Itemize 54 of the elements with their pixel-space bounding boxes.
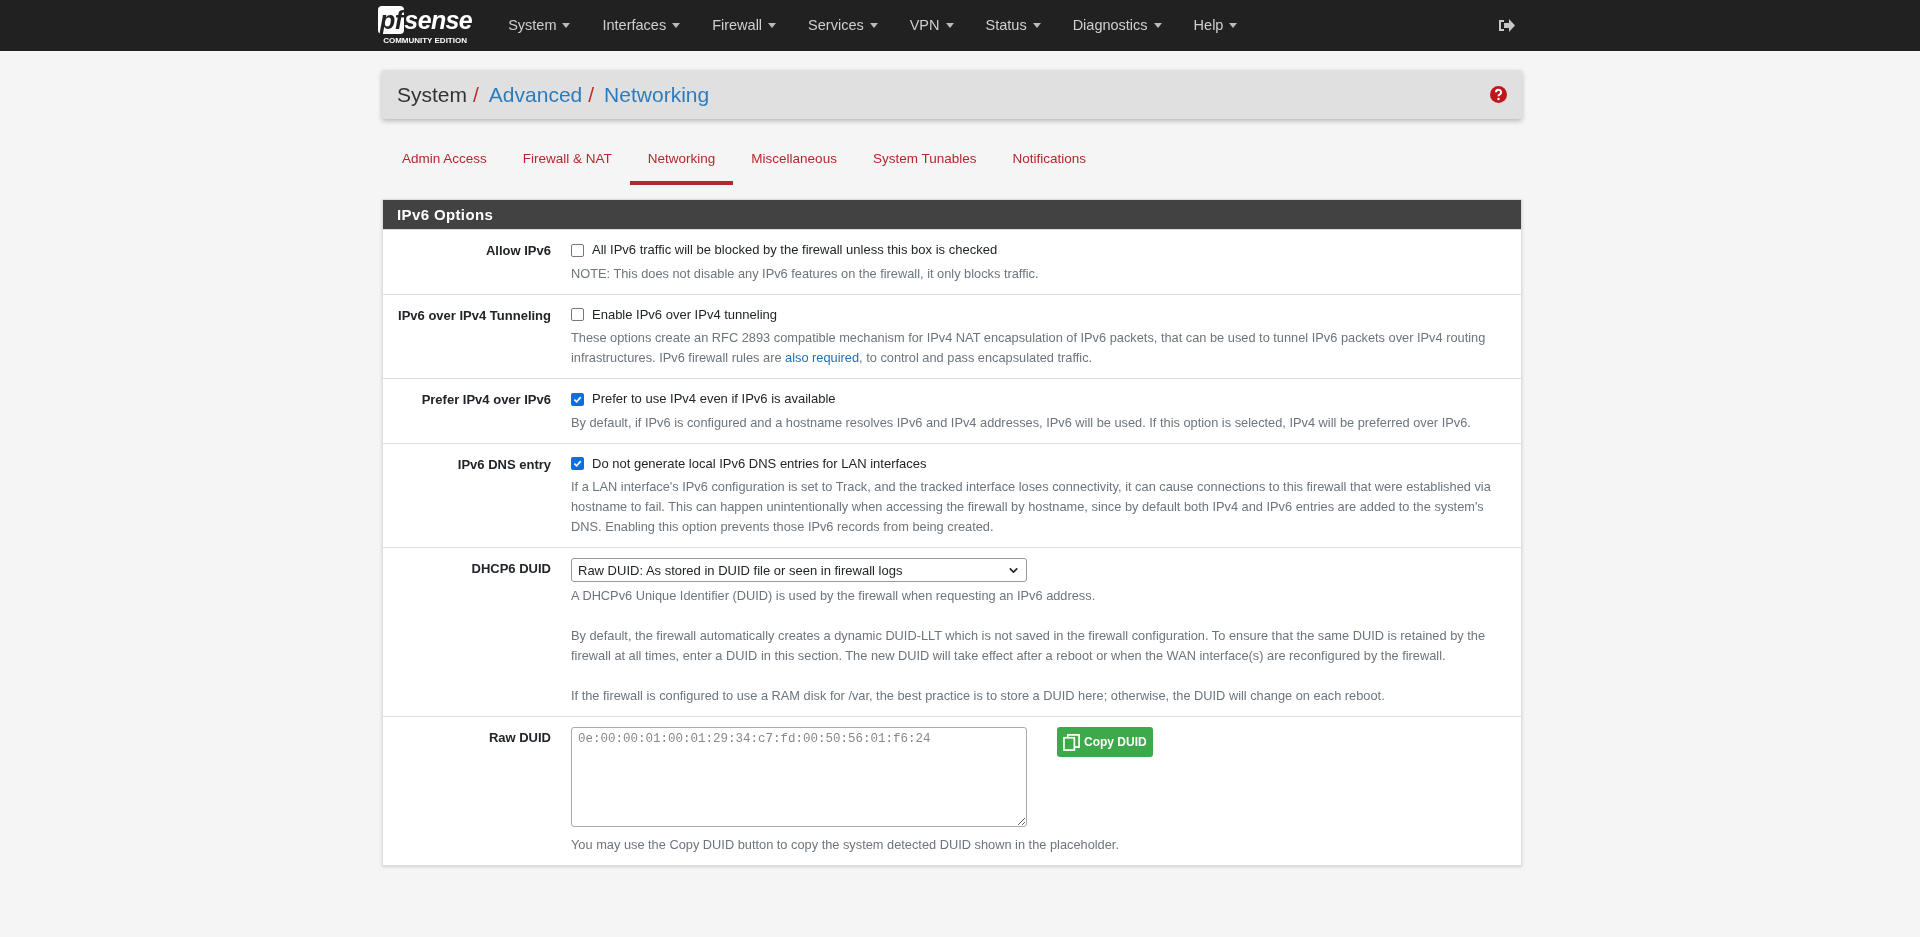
copy-icon <box>1063 733 1080 751</box>
caret-icon <box>768 23 777 28</box>
tab[interactable]: Notifications <box>994 139 1104 186</box>
checkbox-label: Enable IPv6 over IPv4 tunneling <box>592 305 777 324</box>
caret-icon <box>1032 23 1041 28</box>
tab[interactable]: Miscellaneous <box>733 139 855 186</box>
help-text: By default, the firewall automatically creates a dynamic DUID-LLT which is not saved in the firewall configuration. To ensure that the same DUID is retained by the firewall at all times, enter a DUID in this section. The new DUID will take effect after a reboot or when the WAN interface(s) are reconfigured by the firewall. <box>571 627 1486 666</box>
help-text: By default, if IPv6 is configured and a hostname resolves IPv6 and IPv4 addresses, IPv6 will be used. If this option is selected, IPv4 will be preferred over IPv6. <box>571 413 1472 432</box>
duid-select[interactable]: Raw DUID: As stored in DUID file or seen in firewall logs <box>571 558 1027 583</box>
caret-icon <box>869 23 878 28</box>
nav-menu[interactable]: VPN <box>893 14 970 37</box>
nav-menu[interactable]: Help <box>1177 14 1254 37</box>
checkbox[interactable] <box>571 457 584 470</box>
panel-header: IPv6 Options <box>383 200 1521 230</box>
field-label: Allow IPv6 <box>485 242 551 261</box>
help-text: These options create an RFC 2893 compatible mechanism for IPv4 NAT encapsulation of IPv6 packets, that can be used to tunnel IPv6 packets over IPv4 routing infrastructures. IPv6 firewall rules are also required, to control and pass encapsulated traffic. <box>571 329 1487 368</box>
caret-icon <box>1229 23 1238 28</box>
caret-icon <box>945 23 954 28</box>
caret-icon <box>672 23 681 28</box>
duid-textarea[interactable]: 0e:00:00:01:00:01:29:34:c7:fd:00:50:56:01:f6:24 <box>571 727 1027 828</box>
breadcrumb-separator: / <box>473 81 479 108</box>
help-icon[interactable] <box>1490 86 1507 103</box>
breadcrumb-root: System <box>397 81 467 108</box>
checkbox-label: All IPv6 traffic will be blocked by the firewall unless this box is checked <box>592 241 998 260</box>
nav-menu[interactable]: Interfaces <box>586 14 697 37</box>
field-label: Raw DUID <box>488 729 551 748</box>
help-text: If a LAN interface's IPv6 configuration is set to Track, and the tracked interface loses connectivity, it can cause connections to this firewall that were established via hostname to fail. This can happen unintentionally when accessing the firewall by hostname, since by default both IPv4 and IPv6 entries are added to the system's DNS. Enabling this option prevents those IPv6 records from being created. <box>571 478 1492 537</box>
breadcrumb-separator: / <box>588 81 595 108</box>
field-label: IPv6 DNS entry <box>457 455 551 474</box>
caret-icon <box>562 23 571 28</box>
checkbox[interactable] <box>571 308 584 321</box>
caret-icon <box>1153 23 1162 28</box>
tab[interactable]: Firewall & NAT <box>504 139 630 186</box>
checkbox[interactable] <box>571 392 584 406</box>
field-label: IPv6 over IPv4 Tunneling <box>398 306 551 325</box>
field-label: Prefer IPv4 over IPv6 <box>421 391 551 410</box>
help-text: You may use the Copy DUID button to copy the system detected DUID shown in the placeholder. <box>571 836 1120 855</box>
nav-menu[interactable]: Services <box>792 14 894 37</box>
nav-menu[interactable]: System <box>492 14 587 37</box>
help-text: NOTE: This does not disable any IPv6 features on the firewall, it only blocks traffic. <box>571 264 1040 283</box>
nav-menu[interactable]: Firewall <box>696 14 793 37</box>
nav-menu[interactable]: Diagnostics <box>1056 14 1178 37</box>
logout-icon[interactable] <box>1498 18 1515 33</box>
tab[interactable]: System Tunables <box>854 139 995 186</box>
tab[interactable]: Networking <box>629 139 734 186</box>
checkbox[interactable] <box>571 243 584 257</box>
help-text: If the firewall is configured to use a RAM disk for /var, the best practice is to store a DUID here; otherwise, the DUID will change on each reboot. <box>571 687 1386 706</box>
nav-menu[interactable]: Status <box>969 14 1057 37</box>
field-label: DHCP6 DUID <box>471 560 551 579</box>
pfsense-logo[interactable]: pfsense COMMUNITY EDITION <box>378 5 473 46</box>
help-text: A DHCPv6 Unique Identifier (DUID) is used by the firewall when requesting an IPv6 address. <box>571 587 1097 606</box>
tab[interactable]: Admin Access <box>384 139 505 186</box>
checkbox-label: Prefer to use IPv4 even if IPv6 is available <box>592 390 836 409</box>
checkbox-label: Do not generate local IPv6 DNS entries for LAN interfaces <box>592 454 927 473</box>
